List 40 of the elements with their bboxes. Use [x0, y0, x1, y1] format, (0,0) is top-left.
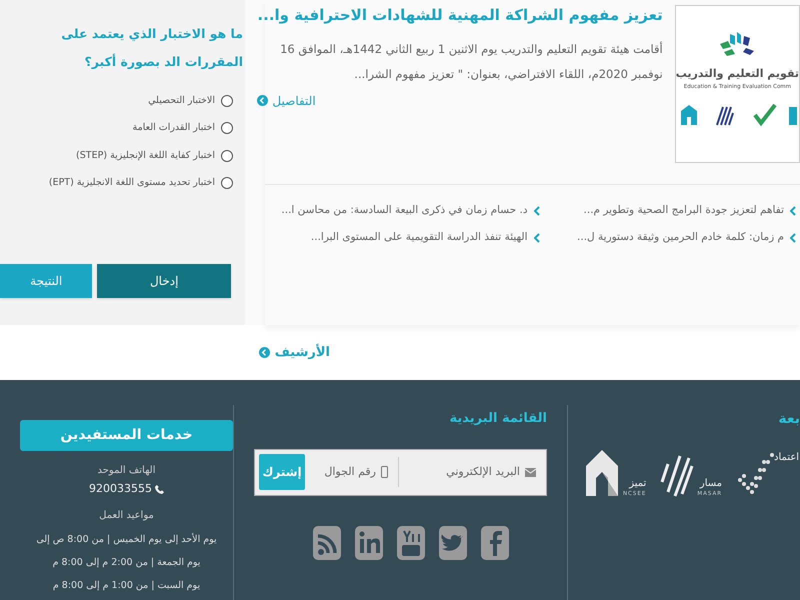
- chevron-icon: [534, 206, 540, 216]
- chevron-circle-icon: [257, 95, 268, 106]
- email-field[interactable]: البريد الإلكتروني: [410, 464, 520, 480]
- enter-button[interactable]: إدخال: [97, 264, 231, 298]
- linkedin-icon[interactable]: [354, 526, 382, 560]
- working-hours: يوم الأحد إلى يوم الخميس | من 8:00 ص إلى: [36, 532, 217, 546]
- working-hours: يوم السبت | من 1:00 م إلى 8:00 م: [52, 579, 200, 593]
- quiz-question: ما هو الاختبار الذي يعتمد على المقررات الد بصورة أكبر؟: [60, 25, 243, 71]
- radio-option[interactable]: اختبار كفاية اللغة الإنجليزية (STEP): [0, 148, 233, 163]
- hours-label: مواعيد العمل: [99, 508, 154, 522]
- archive-link[interactable]: الأرشيف: [258, 342, 330, 362]
- phone-icon: [155, 484, 164, 494]
- envelope-icon: [525, 468, 536, 476]
- phone-label: الهاتف الموحد: [98, 464, 156, 478]
- chevron-circle-icon: [258, 347, 270, 358]
- result-button[interactable]: النتيجة: [0, 264, 92, 298]
- mobile-phone-icon: [381, 466, 388, 478]
- newsletter-heading: القائمة البريدية: [448, 410, 547, 428]
- logo-title: تقويم التعليم والتدريب: [676, 66, 799, 82]
- news-link[interactable]: الهيئة تنفذ الدراسة التقويمية على المستوى البرا...: [310, 230, 528, 246]
- video-logo-icon[interactable]: [396, 526, 424, 560]
- radio-option[interactable]: اختبار تحديد مستوى اللغة الانجليزية (EPT): [0, 176, 233, 190]
- working-hours: يوم الجمعة | من 2:00 م إلى 8:00 م: [52, 556, 200, 570]
- rss-icon[interactable]: [312, 526, 340, 560]
- facebook-icon[interactable]: [480, 526, 508, 560]
- radio-option[interactable]: اختبار القدرات العامة: [0, 121, 233, 136]
- radio-option[interactable]: الاختبار التحصيلي: [0, 94, 233, 108]
- chevron-icon: [790, 206, 796, 216]
- mobile-field[interactable]: رقم الجوال: [306, 464, 376, 480]
- news-link[interactable]: تفاهم لتعزيز جودة البرامج الصحية وتطوير م...: [584, 203, 784, 219]
- chevron-icon: [534, 232, 540, 243]
- partners-heading: بعة: [778, 410, 800, 429]
- news-summary: أقامت هيئة تقويم التعليم والتدريب يوم الاثنين 1 ربيع الثاني 1442هـ، الموافق 16 نوفمبر 2020م، اللقاء الافتراضي، بعنوان: " تعزيز مفهوم الشرا...: [279, 40, 663, 83]
- chevron-icon: [790, 232, 796, 243]
- news-link[interactable]: م زمان: كلمة خادم الحرمين وثيقة دستورية ل...: [577, 230, 784, 246]
- phone-number: 920033555: [89, 481, 152, 497]
- news-link[interactable]: د. حسام زمان في ذكرى البيعة السادسة: من محاسن ا...: [281, 203, 528, 219]
- services-heading: خدمات المستفيدين: [20, 420, 233, 451]
- partner-logo[interactable]: اعتماد: [734, 452, 800, 498]
- twitter-icon[interactable]: [438, 526, 466, 560]
